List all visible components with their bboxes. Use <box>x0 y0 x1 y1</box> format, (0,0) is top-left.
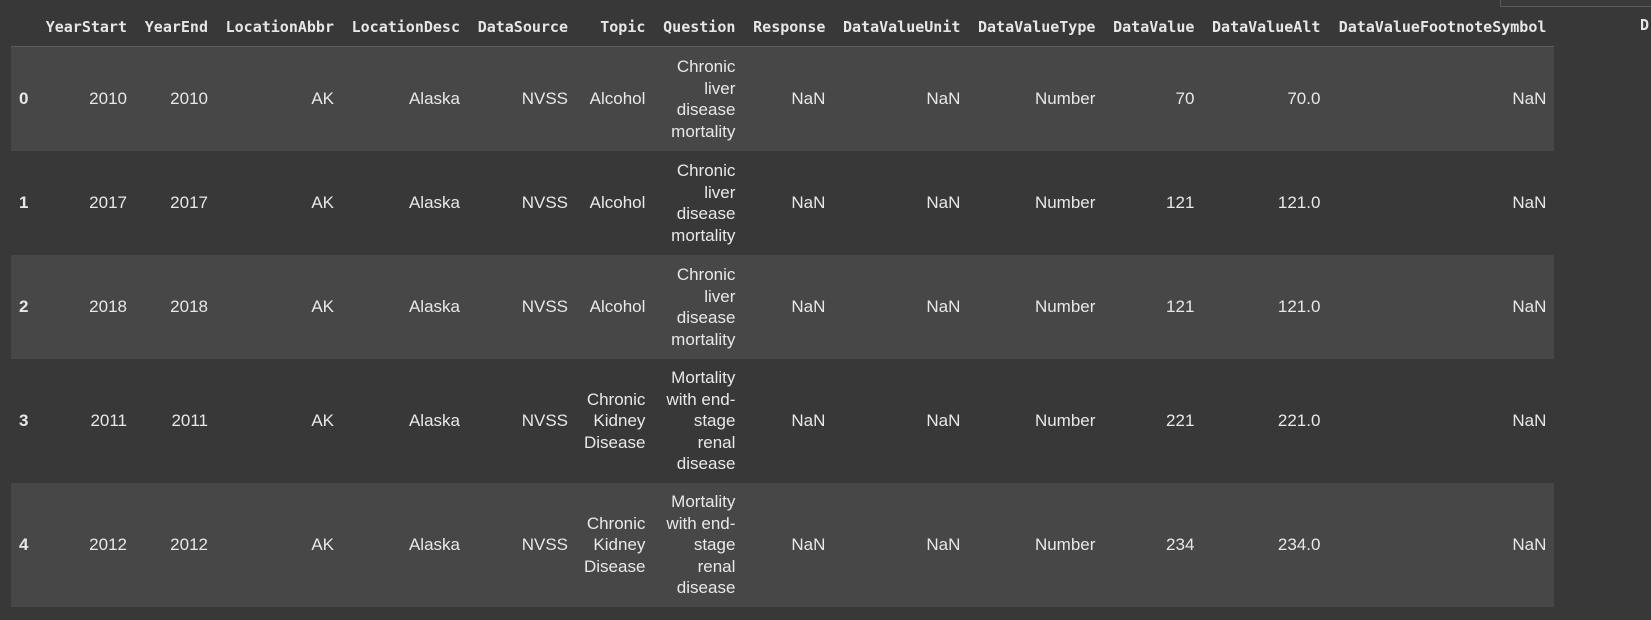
cell-datavaluefootnotesymbol: NaN <box>1328 483 1555 607</box>
column-header-index <box>11 8 37 47</box>
row-index: 0 <box>11 46 37 151</box>
column-header-topic: Topic <box>576 8 654 47</box>
cell-locationdesc: Alaska <box>342 255 468 359</box>
cell-topic: Alcohol <box>576 46 654 151</box>
cell-locationabbr: AK <box>216 359 342 483</box>
cell-datavaluealt: 70.0 <box>1202 46 1329 151</box>
cell-locationdesc: Alaska <box>342 483 468 607</box>
cell-yearstart: 2018 <box>37 255 135 359</box>
column-header-yearend: YearEnd <box>135 8 216 47</box>
cell-datavaluefootnotesymbol: NaN <box>1328 46 1555 151</box>
column-header-datavalue: DataValue <box>1103 8 1203 47</box>
horizontal-scrollbar[interactable] <box>1500 0 1651 7</box>
column-header-locationdesc: LocationDesc <box>342 8 468 47</box>
cell-yearstart: 2017 <box>37 151 135 255</box>
cell-datavaluetype: Number <box>968 359 1104 483</box>
cell-yearend: 2010 <box>135 46 216 151</box>
cell-yearstart: 2011 <box>37 359 135 483</box>
cell-locationabbr: AK <box>216 151 342 255</box>
cell-datavaluealt: 234.0 <box>1202 483 1329 607</box>
cell-datavalue: 121 <box>1103 255 1203 359</box>
column-header-datavaluefootnotesymbol: DataValueFootnoteSymbol <box>1328 8 1555 47</box>
cell-datavaluetype: Number <box>968 151 1104 255</box>
dataframe-table: YearStart YearEnd LocationAbbr LocationD… <box>11 8 1555 607</box>
column-header-datavaluealt: DataValueAlt <box>1202 8 1329 47</box>
cell-yearstart: 2012 <box>37 483 135 607</box>
table-row: 2 2018 2018 AK Alaska NVSS Alcohol Chron… <box>11 255 1555 359</box>
cell-response: NaN <box>743 483 834 607</box>
cell-question: Chronic liver disease mortality <box>653 151 744 255</box>
cell-response: NaN <box>743 359 834 483</box>
cell-yearend: 2018 <box>135 255 216 359</box>
cell-locationdesc: Alaska <box>342 151 468 255</box>
cell-question: Mortality with end-stage renal disease <box>653 359 744 483</box>
header-row: YearStart YearEnd LocationAbbr LocationD… <box>11 8 1555 47</box>
cell-yearend: 2017 <box>135 151 216 255</box>
cell-locationabbr: AK <box>216 483 342 607</box>
cell-datavalueunit: NaN <box>833 255 969 359</box>
cell-topic: Alcohol <box>576 151 654 255</box>
cell-question: Chronic liver disease mortality <box>653 46 744 151</box>
cell-locationdesc: Alaska <box>342 46 468 151</box>
column-header-datavalueunit: DataValueUnit <box>833 8 969 47</box>
cell-datavaluefootnotesymbol: NaN <box>1328 255 1555 359</box>
cell-datavaluetype: Number <box>968 46 1104 151</box>
cell-datavalue: 221 <box>1103 359 1203 483</box>
table-row: 1 2017 2017 AK Alaska NVSS Alcohol Chron… <box>11 151 1555 255</box>
column-header-datasource: DataSource <box>468 8 576 47</box>
cell-datasource: NVSS <box>468 46 576 151</box>
table-row: 4 2012 2012 AK Alaska NVSS Chronic Kidne… <box>11 483 1555 607</box>
cell-topic: Chronic Kidney Disease <box>576 483 654 607</box>
column-header-response: Response <box>743 8 834 47</box>
cell-datasource: NVSS <box>468 151 576 255</box>
cell-locationdesc: Alaska <box>342 359 468 483</box>
cell-datavalue: 70 <box>1103 46 1203 151</box>
row-index: 1 <box>11 151 37 255</box>
cell-datavaluealt: 221.0 <box>1202 359 1329 483</box>
column-header-truncated: D <box>1640 16 1650 34</box>
cell-datavaluefootnotesymbol: NaN <box>1328 359 1555 483</box>
cell-yearstart: 2010 <box>37 46 135 151</box>
row-index: 3 <box>11 359 37 483</box>
cell-response: NaN <box>743 46 834 151</box>
cell-datavaluealt: 121.0 <box>1202 255 1329 359</box>
notebook-output: YearStart YearEnd LocationAbbr LocationD… <box>0 0 1651 620</box>
cell-datavalue: 234 <box>1103 483 1203 607</box>
column-header-locationabbr: LocationAbbr <box>216 8 342 47</box>
column-header-yearstart: YearStart <box>37 8 135 47</box>
cell-datavalueunit: NaN <box>833 359 969 483</box>
cell-datavaluetype: Number <box>968 255 1104 359</box>
cell-topic: Chronic Kidney Disease <box>576 359 654 483</box>
cell-response: NaN <box>743 151 834 255</box>
cell-question: Mortality with end-stage renal disease <box>653 483 744 607</box>
cell-datavaluetype: Number <box>968 483 1104 607</box>
cell-datavalue: 121 <box>1103 151 1203 255</box>
column-header-question: Question <box>653 8 744 47</box>
cell-locationabbr: AK <box>216 46 342 151</box>
cell-datavaluealt: 121.0 <box>1202 151 1329 255</box>
cell-locationabbr: AK <box>216 255 342 359</box>
cell-yearend: 2011 <box>135 359 216 483</box>
table-row: 3 2011 2011 AK Alaska NVSS Chronic Kidne… <box>11 359 1555 483</box>
cell-response: NaN <box>743 255 834 359</box>
column-header-datavaluetype: DataValueType <box>968 8 1104 47</box>
row-index: 4 <box>11 483 37 607</box>
cell-datasource: NVSS <box>468 483 576 607</box>
cell-question: Chronic liver disease mortality <box>653 255 744 359</box>
cell-datavalueunit: NaN <box>833 46 969 151</box>
row-index: 2 <box>11 255 37 359</box>
cell-datavalueunit: NaN <box>833 483 969 607</box>
cell-datavaluefootnotesymbol: NaN <box>1328 151 1555 255</box>
cell-datavalueunit: NaN <box>833 151 969 255</box>
cell-datasource: NVSS <box>468 255 576 359</box>
cell-datasource: NVSS <box>468 359 576 483</box>
cell-yearend: 2012 <box>135 483 216 607</box>
table-row: 0 2010 2010 AK Alaska NVSS Alcohol Chron… <box>11 46 1555 151</box>
cell-topic: Alcohol <box>576 255 654 359</box>
